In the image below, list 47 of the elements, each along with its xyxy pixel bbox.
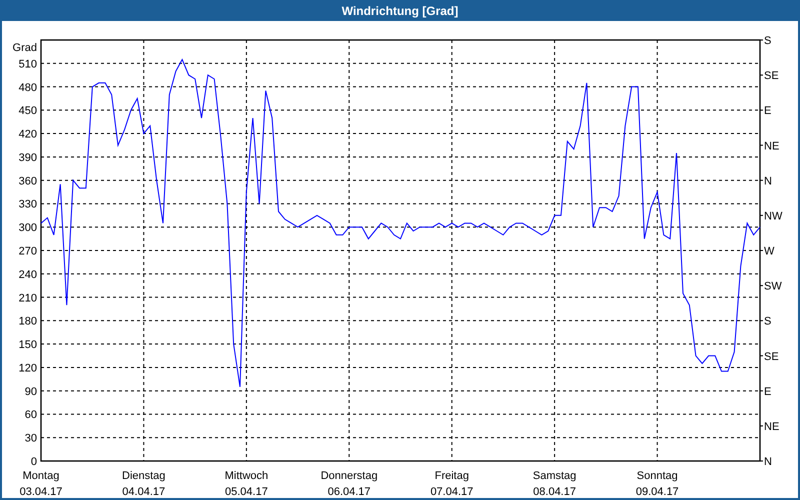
tick-label: W — [764, 246, 774, 258]
day-label: Dienstag — [122, 470, 166, 482]
tick-label: NW — [764, 210, 782, 222]
day-label: Montag — [22, 470, 60, 482]
tick-label: SE — [764, 350, 779, 363]
tick-label: 30 — [24, 432, 37, 445]
tick-label: E — [764, 105, 772, 118]
date-label: 03.04.17 — [20, 486, 62, 498]
tick-label: 420 — [18, 128, 37, 141]
tick-label: E — [764, 386, 772, 398]
tick-label: 180 — [18, 316, 37, 328]
tick-label: 480 — [18, 82, 37, 94]
tick-label: N — [764, 175, 772, 188]
day-label: Sonntag — [636, 470, 678, 482]
tick-label: 510 — [18, 58, 37, 70]
tick-label: 240 — [18, 268, 37, 281]
tick-label: 450 — [18, 105, 37, 118]
tick-label: S — [764, 35, 772, 47]
tick-label: 120 — [18, 362, 37, 374]
day-label: Donnerstag — [320, 470, 378, 482]
tick-label: 0 — [30, 456, 37, 468]
tick-label: NE — [764, 140, 780, 152]
date-label: 08.04.17 — [533, 486, 576, 498]
tick-label: 330 — [18, 198, 37, 211]
date-label: 04.04.17 — [122, 486, 166, 498]
day-label: Samstag — [532, 470, 576, 482]
tick-label: N — [764, 456, 772, 468]
tick-label: SW — [764, 280, 782, 293]
tick-label: NE — [764, 420, 780, 433]
tick-label: 150 — [18, 339, 37, 352]
tick-label: SE — [764, 70, 779, 82]
tick-label: 60 — [24, 409, 37, 422]
tick-label: 210 — [18, 292, 37, 304]
date-label: 06.04.17 — [328, 486, 371, 498]
day-label: Mittwoch — [224, 470, 268, 482]
day-label: Freitag — [434, 470, 469, 482]
date-label: 07.04.17 — [430, 486, 474, 498]
window-title: Windrichtung [Grad] — [2, 0, 798, 21]
date-label: 09.04.17 — [636, 486, 679, 498]
tick-label: 90 — [24, 386, 37, 398]
tick-label: 270 — [18, 246, 37, 258]
tick-label: S — [764, 316, 772, 328]
axis-label: Grad — [12, 42, 37, 54]
date-label: 05.04.17 — [225, 486, 268, 498]
tick-label: 360 — [18, 175, 37, 188]
tick-label: 390 — [18, 152, 37, 164]
tick-label: 300 — [18, 222, 37, 234]
